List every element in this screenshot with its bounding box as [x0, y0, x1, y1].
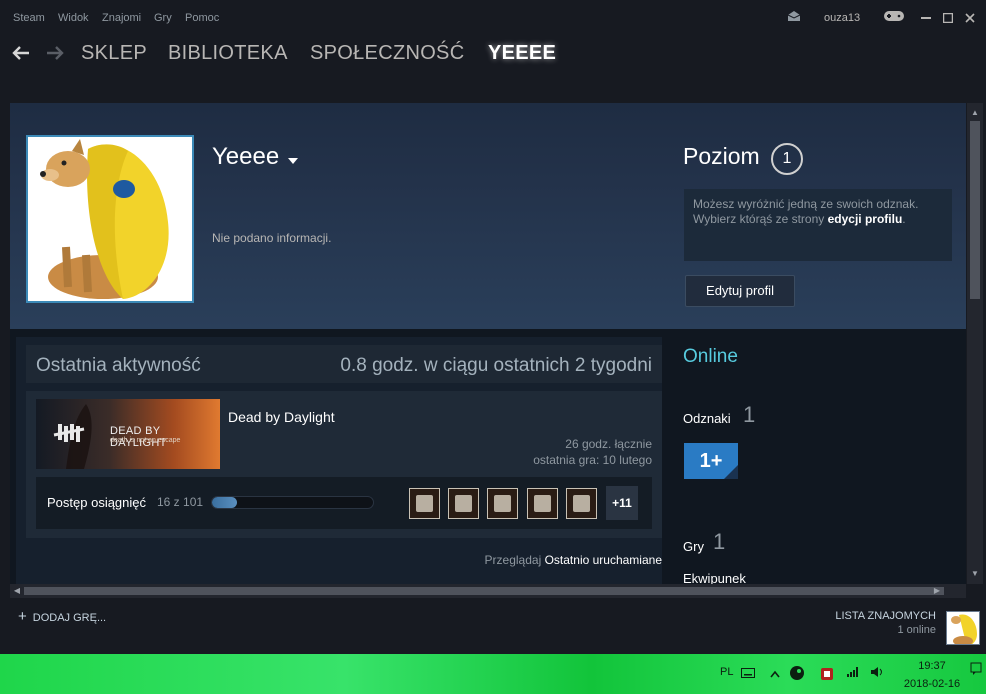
menu-help[interactable]: Pomoc: [185, 12, 219, 24]
achievement-icon[interactable]: [487, 488, 518, 519]
edit-profile-button[interactable]: Edytuj profil: [685, 275, 795, 307]
nav-store[interactable]: SKLEP: [81, 42, 147, 65]
badges-label[interactable]: Odznaki: [683, 411, 731, 426]
level-badge[interactable]: 1: [771, 143, 803, 175]
achievement-icon[interactable]: [448, 488, 479, 519]
game-last-played: ostatnia gra: 10 lutego: [533, 453, 652, 467]
steam-tray-icon[interactable]: [789, 665, 805, 684]
keyboard-icon[interactable]: [741, 666, 755, 681]
network-icon[interactable]: [846, 666, 860, 681]
recent-game-card: DEAD BY DAYLIGHT death is not an escape …: [26, 391, 662, 538]
main-nav: SKLEP BIBLIOTEKA SPOŁECZNOŚĆ YEEEE: [0, 36, 986, 80]
profile-sidebar: Online Odznaki 1 1+ Gry 1 Ekwipunek: [683, 329, 953, 584]
horizontal-scroll-thumb[interactable]: [24, 587, 944, 595]
notification-icon[interactable]: [970, 662, 982, 686]
forward-arrow-icon[interactable]: [46, 41, 64, 67]
security-tray-icon[interactable]: [820, 665, 834, 684]
account-username[interactable]: ouza13: [824, 12, 860, 24]
vertical-scrollbar[interactable]: ▲ ▼: [967, 103, 983, 584]
steam-client-window: Steam Widok Znajomi Gry Pomoc ouza13 SKL…: [0, 0, 986, 694]
add-game-button[interactable]: + DODAJ GRĘ...: [18, 608, 106, 625]
scroll-down-icon[interactable]: ▼: [967, 566, 983, 582]
browse-recent: Przeglądaj Ostatnio uruchamiane: [485, 553, 662, 567]
achievement-progress-fill: [212, 497, 238, 508]
capsule-subtitle: death is not an escape: [110, 437, 181, 444]
online-status: Online: [683, 346, 738, 367]
persona-dropdown-icon[interactable]: [288, 153, 298, 167]
big-picture-icon[interactable]: [883, 9, 905, 26]
level-label: Poziom: [683, 143, 760, 169]
featured-badge-hint: Możesz wyróżnić jedną ze swoich odznak. …: [684, 189, 952, 261]
edit-profile-link[interactable]: edycji profilu: [828, 212, 903, 226]
achievement-icon[interactable]: [566, 488, 597, 519]
achievement-progress-row: Postęp osiągnięć 16 z 101 +11: [36, 477, 652, 529]
close-icon[interactable]: [965, 12, 975, 26]
game-total-hours: 26 godz. łącznie: [565, 437, 652, 451]
bottom-bar: + DODAJ GRĘ... LISTA ZNAJOMYCH 1 online: [0, 600, 986, 654]
horizontal-scrollbar[interactable]: ◀ ▶: [10, 584, 966, 598]
menu-games[interactable]: Gry: [154, 12, 172, 24]
profile-header: Yeeee Nie podano informacji. Poziom 1 Mo…: [10, 103, 966, 329]
games-label[interactable]: Gry: [683, 539, 704, 554]
menu-steam[interactable]: Steam: [13, 12, 45, 24]
friends-list-button[interactable]: LISTA ZNAJOMYCH: [835, 610, 936, 622]
achievement-icon[interactable]: [409, 488, 440, 519]
profile-page: Yeeee Nie podano informacji. Poziom 1 Mo…: [10, 103, 966, 584]
friends-avatar[interactable]: [946, 611, 980, 645]
badge-icon[interactable]: 1+: [684, 443, 738, 479]
scroll-right-icon[interactable]: ▶: [930, 584, 944, 598]
menu-friends[interactable]: Znajomi: [102, 12, 141, 24]
back-arrow-icon[interactable]: [12, 41, 30, 67]
add-game-label: DODAJ GRĘ...: [32, 612, 107, 624]
games-count[interactable]: 1: [713, 529, 725, 555]
badges-count[interactable]: 1: [743, 402, 755, 428]
game-capsule[interactable]: DEAD BY DAYLIGHT death is not an escape: [36, 399, 220, 469]
badge-hint-end: .: [902, 212, 906, 226]
game-name-link[interactable]: Dead by Daylight: [228, 409, 335, 425]
scroll-up-icon[interactable]: ▲: [967, 105, 983, 121]
nav-community[interactable]: SPOŁECZNOŚĆ: [310, 42, 464, 65]
recent-hours-summary: 0.8 godz. w ciągu ostatnich 2 tygodni: [340, 355, 652, 376]
achievement-icon[interactable]: [527, 488, 558, 519]
persona-name[interactable]: Yeeee: [212, 143, 279, 171]
tray-expand-icon[interactable]: [770, 666, 780, 681]
language-indicator[interactable]: PL: [720, 666, 733, 678]
achievement-progress-bar: [211, 496, 374, 509]
nav-library[interactable]: BIBLIOTEKA: [168, 42, 288, 65]
profile-lower: Ostatnia aktywność 0.8 godz. w ciągu ost…: [10, 329, 966, 584]
nav-profile[interactable]: YEEEE: [488, 42, 556, 65]
scroll-left-icon[interactable]: ◀: [10, 584, 24, 598]
volume-icon[interactable]: [870, 666, 884, 681]
more-achievements-button[interactable]: +11: [606, 486, 638, 520]
recently-played-link[interactable]: Ostatnio uruchamiane: [545, 553, 662, 567]
inbox-icon[interactable]: [787, 10, 801, 25]
recent-activity-panel: Ostatnia aktywność 0.8 godz. w ciągu ost…: [16, 337, 662, 584]
recent-activity-header: Ostatnia aktywność 0.8 godz. w ciągu ost…: [26, 345, 662, 383]
avatar[interactable]: [26, 135, 194, 303]
menu-bar: Steam Widok Znajomi Gry Pomoc ouza13: [0, 0, 986, 36]
friends-online-count: 1 online: [897, 624, 936, 636]
vertical-scroll-thumb[interactable]: [970, 121, 980, 299]
minimize-icon[interactable]: [921, 8, 931, 23]
recent-activity-title: Ostatnia aktywność: [36, 355, 201, 376]
plus-icon: +: [18, 608, 27, 625]
achievement-count: 16 z 101: [157, 495, 204, 509]
clock-time[interactable]: 19:37: [903, 660, 961, 672]
browse-prefix: Przeglądaj: [484, 553, 542, 567]
os-taskbar: PL 19:37 2018-02-16: [0, 654, 986, 694]
menu-view[interactable]: Widok: [58, 12, 89, 24]
clock-date[interactable]: 2018-02-16: [897, 678, 967, 690]
inventory-label[interactable]: Ekwipunek: [683, 571, 746, 584]
achievement-progress-label[interactable]: Postęp osiągnięć: [47, 495, 146, 510]
avatar-image: [28, 137, 192, 301]
maximize-icon[interactable]: [942, 12, 954, 26]
profile-summary: Nie podano informacji.: [212, 231, 332, 245]
